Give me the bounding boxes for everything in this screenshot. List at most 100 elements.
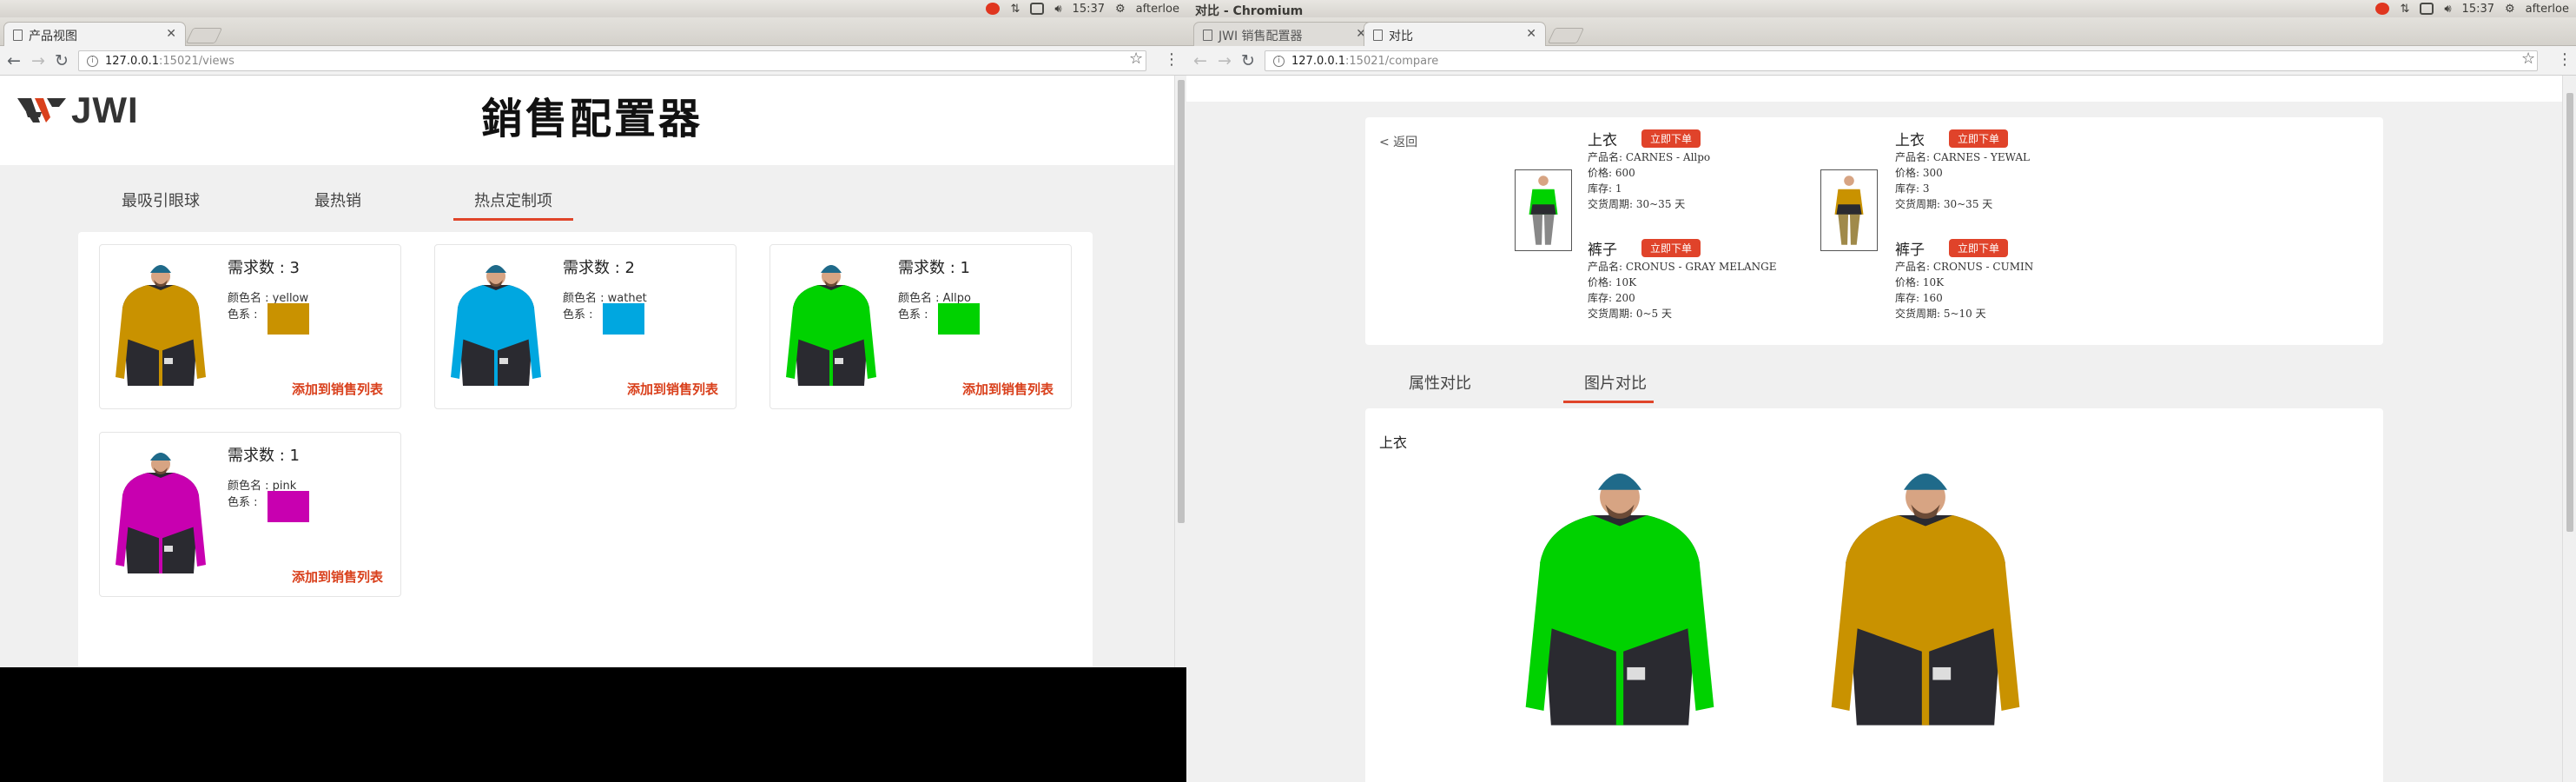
item-title: 裤子 [1895,242,1925,259]
menu-icon[interactable]: ⋮ [2557,50,2573,69]
item-line: 交货周期: 5~10 天 [1895,308,1986,320]
gear-icon[interactable]: ⚙ [1115,3,1126,16]
clock[interactable]: 15:37 [2462,3,2494,16]
page-icon [1203,30,1212,41]
item-line: 价格: 600 [1588,167,1635,179]
scrollbar[interactable] [1174,76,1186,667]
compare-item: 裤子 立即下单 产品名: CRONUS - CUMIN 价格: 10K 库存: 1… [1895,237,2156,321]
system-tray-right: ⇅ 🔊︎ 15:37 ⚙ afterloe [2375,0,2569,17]
tab-label: 对比 [1389,30,1413,43]
add-to-sales-list-button[interactable]: 添加到销售列表 [627,380,718,398]
order-now-button[interactable]: 立即下单 [1949,129,2009,148]
network-icon[interactable]: ⇅ [1010,3,1020,16]
page-content: JWI 銷售配置器 最吸引眼球 最热销 热点定制项 需求数 : 3 颜色名 : … [0,76,1174,667]
order-now-button[interactable]: 立即下单 [1641,129,1701,148]
tab-product-view[interactable]: 产品视图 ✕ [3,22,186,46]
toolbar: ← → ↻ i 127.0.0.1:15021/views ☆ ⋮ [0,46,1186,76]
product-thumbnail [1515,169,1572,251]
notification-icon[interactable] [986,3,1001,15]
tab-hot-custom[interactable]: 热点定制项 [453,189,573,221]
color-swatch [268,303,309,335]
color-label: 色系 : [563,308,593,321]
notification-icon[interactable] [2375,3,2390,15]
product-card: 需求数 : 1 颜色名 : Allpo 色系 : 添加到销售列表 [769,244,1072,409]
battery-icon[interactable] [1030,3,1045,15]
compare-tabs: 属性对比 图片对比 [1365,371,2383,403]
color-label: 色系 : [228,496,258,509]
user-name[interactable]: afterloe [1136,3,1179,16]
add-to-sales-list-button[interactable]: 添加到销售列表 [962,380,1054,398]
compare-image [1817,454,2034,752]
forward-icon[interactable]: → [31,51,45,70]
page-icon [1373,30,1383,41]
section-label: 上衣 [1379,434,1408,451]
reload-icon[interactable]: ↻ [1241,51,1255,70]
order-now-button[interactable]: 立即下单 [1949,239,2009,257]
tab-strip: JWI 销售配置器 ✕ 对比 ✕ [1186,17,2576,46]
forward-icon[interactable]: → [1218,51,1232,70]
item-line: 产品名: CARNES - YEWAL [1895,151,2030,163]
compare-summary: < 返回 上衣 立即下单 产品名: CARNES - Allpo 价格: 600 … [1365,117,2383,345]
user-name[interactable]: afterloe [2526,3,2569,16]
item-line: 库存: 200 [1588,292,1635,304]
demand-count: 需求数 : 1 [228,447,300,465]
new-tab-button[interactable] [1547,28,1585,43]
tab-image-compare[interactable]: 图片对比 [1563,371,1654,403]
gear-icon[interactable]: ⚙ [2505,3,2515,16]
new-tab-button[interactable] [185,28,223,43]
volume-icon[interactable]: 🔊︎ [2444,3,2451,16]
battery-icon[interactable] [2420,3,2434,15]
logo-text: JWI [71,89,139,130]
product-card: 需求数 : 2 颜色名 : wathet 色系 : 添加到销售列表 [434,244,736,409]
close-icon[interactable]: ✕ [166,27,176,41]
tab-compare[interactable]: 对比 ✕ [1364,22,1546,46]
tab-attribute-compare[interactable]: 属性对比 [1409,371,1471,394]
menu-icon[interactable]: ⋮ [1164,50,1179,69]
back-icon[interactable]: ← [1193,51,1207,70]
info-icon[interactable]: i [87,56,98,67]
tab-label: 产品视图 [29,30,77,43]
add-to-sales-list-button[interactable]: 添加到销售列表 [292,567,383,586]
toolbar: ← → ↻ i 127.0.0.1:15021/compare ☆ ⋮ [1186,46,2576,76]
scrollbar[interactable] [2562,76,2576,782]
page-content: < 返回 上衣 立即下单 产品名: CARNES - Allpo 价格: 600 … [1186,76,2562,782]
compare-item: 裤子 立即下单 产品名: CRONUS - GRAY MELANGE 价格: 10… [1588,237,1848,321]
item-line: 产品名: CRONUS - GRAY MELANGE [1588,261,1777,273]
demand-count: 需求数 : 3 [228,259,300,277]
info-icon[interactable]: i [1273,56,1285,67]
compare-item: 上衣 立即下单 产品名: CARNES - Allpo 价格: 600 库存: 1… [1588,128,1848,212]
clock[interactable]: 15:37 [1073,3,1105,16]
product-card: 需求数 : 1 颜色名 : pink 色系 : 添加到销售列表 [99,432,401,597]
bookmark-star-icon[interactable]: ☆ [2521,50,2535,68]
product-card: 需求数 : 3 颜色名 : yellow 色系 : 添加到销售列表 [99,244,401,409]
address-bar[interactable]: i 127.0.0.1:15021/views [78,50,1146,71]
compare-item: 上衣 立即下单 产品名: CARNES - YEWAL 价格: 300 库存: 3… [1895,128,2156,212]
browser-window-right: JWI 销售配置器 ✕ 对比 ✕ ← → ↻ i 127.0.0.1:15021… [1186,17,2576,782]
item-title: 裤子 [1588,242,1617,259]
browser-window-left: 产品视图 ✕ ← → ↻ i 127.0.0.1:15021/views ☆ ⋮… [0,17,1186,667]
bookmark-star-icon[interactable]: ☆ [1129,50,1143,68]
product-image [109,443,213,586]
item-line: 库存: 160 [1895,292,1943,304]
back-icon[interactable]: ← [7,51,21,70]
system-tray-left: ⇅ 🔊︎ 15:37 ⚙ afterloe [986,0,1179,17]
add-to-sales-list-button[interactable]: 添加到销售列表 [292,380,383,398]
item-line: 库存: 3 [1895,182,1930,195]
address-bar[interactable]: i 127.0.0.1:15021/compare [1265,50,2538,71]
tab-most-attractive[interactable]: 最吸引眼球 [122,189,200,211]
scrollbar-thumb[interactable] [1178,80,1185,523]
network-icon[interactable]: ⇅ [2400,3,2409,16]
back-link[interactable]: < 返回 [1379,133,1417,150]
order-now-button[interactable]: 立即下单 [1641,239,1701,257]
scrollbar-thumb[interactable] [2566,93,2573,532]
tab-jwi-configurator[interactable]: JWI 销售配置器 ✕ [1193,22,1376,46]
volume-icon[interactable]: 🔊︎ [1054,3,1061,16]
item-line: 库存: 1 [1588,182,1622,195]
reload-icon[interactable]: ↻ [55,51,69,70]
item-title: 上衣 [1895,132,1925,149]
close-icon[interactable]: ✕ [1526,27,1536,41]
page-icon [13,30,23,41]
product-image [109,255,213,399]
system-top-bar-left: ⇅ 🔊︎ 15:37 ⚙ afterloe [0,0,1186,17]
tab-best-selling[interactable]: 最热销 [314,189,361,211]
